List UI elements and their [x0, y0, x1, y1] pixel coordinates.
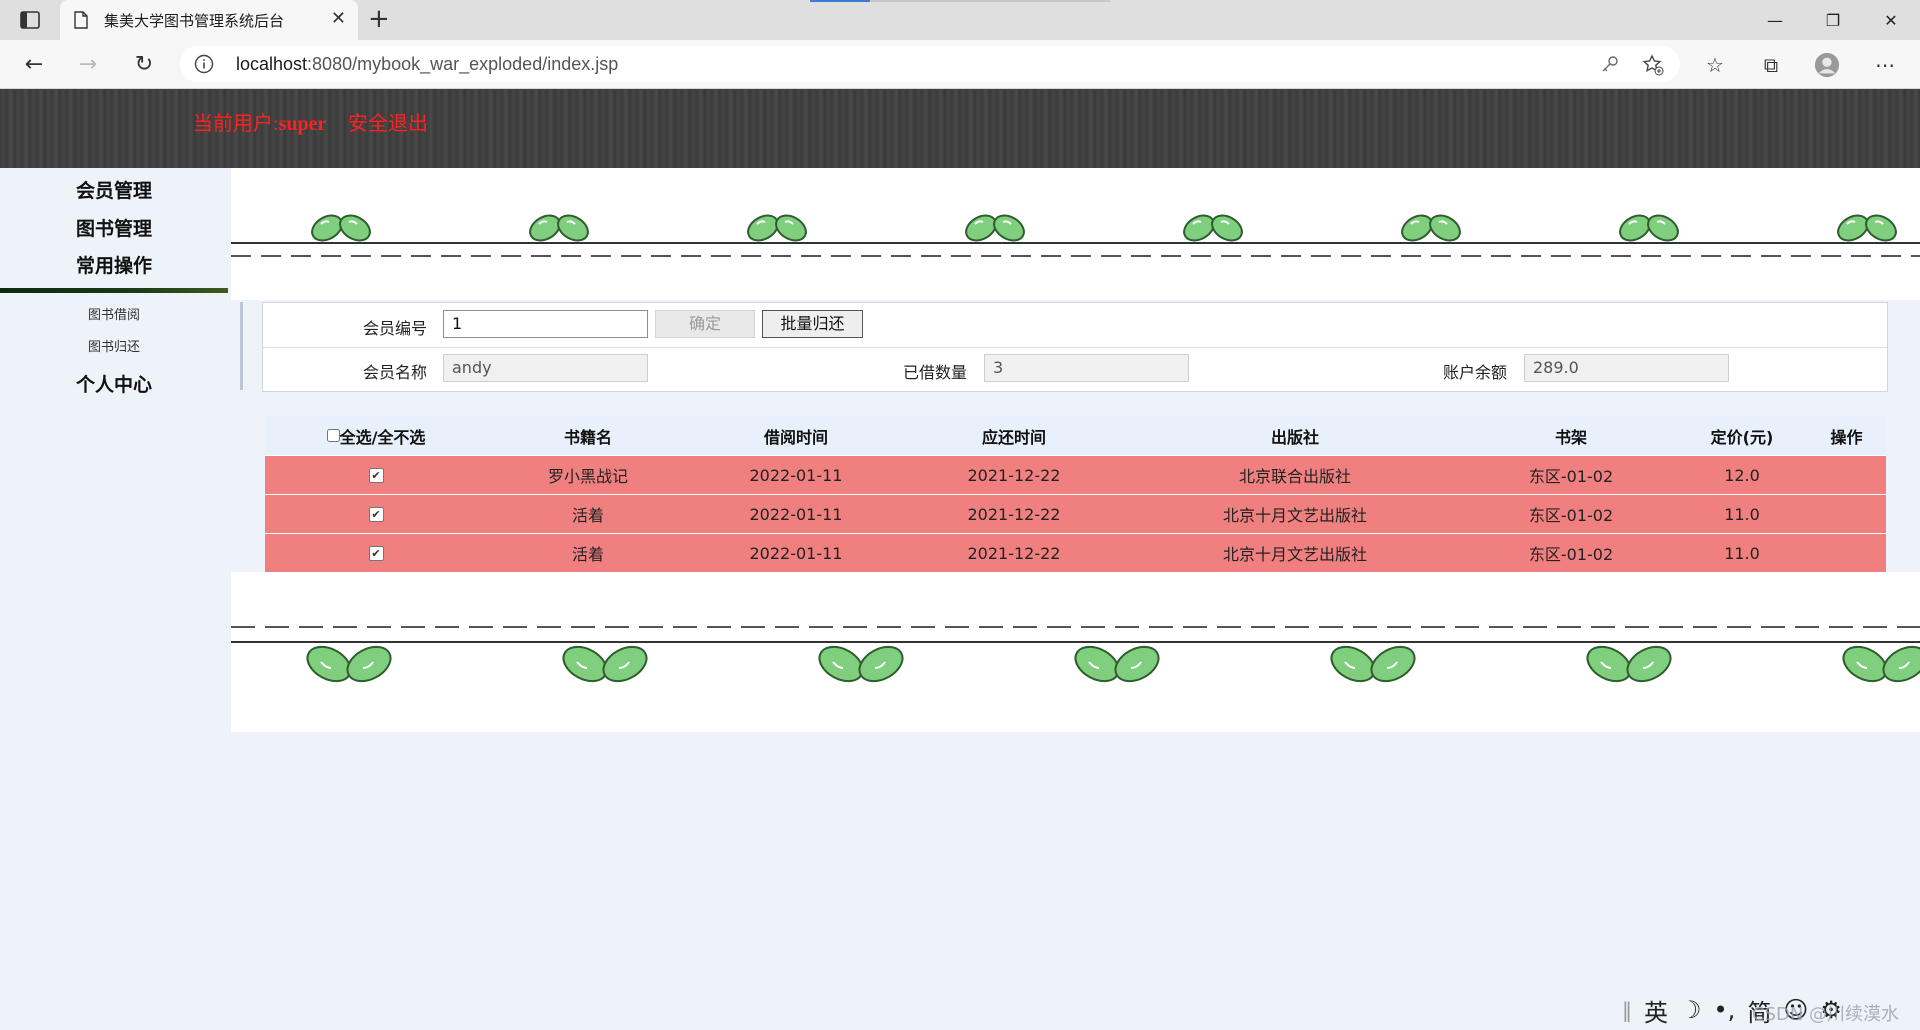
close-window-icon[interactable]: ✕	[1862, 0, 1920, 40]
member-form: 会员编号 1 确定 批量归还 会员名称 andy 已借数量 3 账户余额 289…	[262, 302, 1888, 392]
book-name-cell: 活着	[571, 545, 604, 564]
publisher-cell: 北京联合出版社	[1238, 467, 1351, 486]
page-icon	[74, 11, 88, 33]
close-tab-icon[interactable]: ✕	[331, 10, 346, 28]
row-select-cell: ✔	[265, 534, 487, 572]
due-time-cell: 2021-12-22	[967, 465, 1061, 485]
browser-toolbar: ← → ↻ localhost:8080/mybook_war_exploded…	[0, 40, 1920, 89]
current-user: 当前用户:super	[193, 113, 327, 135]
borrow-time-cell: 2022-01-11	[749, 504, 843, 524]
profile-avatar[interactable]	[1814, 52, 1840, 78]
ime-toolbar: ‖ 英 ☽ •, 简 ☺ ⚙ CSDN @川续漠水	[1622, 990, 1920, 1030]
member-id-input[interactable]: 1	[443, 310, 648, 338]
col-price: 定价(元)	[1710, 427, 1774, 447]
col-action: 操作	[1830, 427, 1863, 447]
sidebar-sub-return[interactable]: 图书归还	[0, 336, 228, 355]
select-all-header: 全选/全不选	[265, 416, 487, 455]
browser-tab-bar: 集美大学图书管理系统后台 ✕ + — ❐ ✕	[0, 0, 1920, 40]
tab-title: 集美大学图书管理系统后台	[104, 13, 285, 30]
confirm-button[interactable]: 确定	[655, 310, 755, 338]
borrowed-count-label: 已借数量	[903, 363, 968, 382]
publisher-cell: 北京十月文艺出版社	[1222, 545, 1367, 564]
select-all-checkbox[interactable]	[326, 429, 340, 442]
sidebar-item-personal[interactable]: 个人中心	[0, 370, 228, 397]
sidebar-sub-borrow[interactable]: 图书借阅	[0, 304, 228, 323]
member-name-label: 会员名称	[363, 363, 428, 382]
sidebar-separator	[240, 302, 243, 390]
shelf-cell: 东区-01-02	[1528, 467, 1614, 486]
price-cell: 12.0	[1724, 465, 1760, 485]
site-info-icon[interactable]	[194, 54, 214, 78]
action-cell[interactable]	[1807, 534, 1886, 572]
col-borrow-time: 借阅时间	[763, 427, 828, 447]
watermark: CSDN @川续漠水	[1752, 1004, 1900, 1025]
site-header: 当前用户:super 安全退出	[0, 89, 1920, 168]
book-name-cell: 罗小黑战记	[547, 467, 628, 486]
new-tab-icon[interactable]: +	[368, 4, 390, 34]
due-time-cell: 2021-12-22	[967, 543, 1061, 563]
table-row: ✔ 活着 2022-01-11 2021-12-22 北京十月文艺出版社 东区-…	[265, 494, 1886, 533]
balance-label: 账户余额	[1443, 363, 1508, 382]
balance-field[interactable]: 289.0	[1524, 354, 1729, 382]
table-row: ✔ 罗小黑战记 2022-01-11 2021-12-22 北京联合出版社 东区…	[265, 455, 1886, 494]
book-name-cell: 活着	[571, 506, 604, 525]
borrowed-books-table: 全选/全不选 书籍名 借阅时间 应还时间 出版社 书架 定价(元) 操作 ✔ 罗…	[265, 416, 1886, 572]
collections-icon[interactable]: ⧉	[1758, 52, 1784, 78]
action-cell[interactable]	[1807, 456, 1886, 494]
refresh-icon[interactable]: ↻	[128, 48, 160, 80]
price-cell: 11.0	[1724, 504, 1760, 524]
col-due-time: 应还时间	[981, 427, 1046, 447]
loading-indicator	[810, 0, 1110, 2]
address-bar[interactable]: localhost:8080/mybook_war_exploded/index…	[180, 46, 1680, 82]
punctuation-icon[interactable]: •,	[1714, 996, 1736, 1024]
price-cell: 11.0	[1724, 543, 1760, 563]
more-menu-icon[interactable]: ⋯	[1872, 52, 1898, 78]
forward-icon[interactable]: →	[72, 48, 104, 80]
logout-link[interactable]: 安全退出	[348, 107, 428, 136]
borrow-time-cell: 2022-01-11	[749, 543, 843, 563]
col-publisher: 出版社	[1270, 427, 1319, 447]
publisher-cell: 北京十月文艺出版社	[1222, 506, 1367, 525]
url-text: localhost:8080/mybook_war_exploded/index…	[236, 54, 619, 74]
key-icon[interactable]	[1600, 54, 1620, 78]
menu-divider	[0, 288, 228, 293]
sidebar-item-members[interactable]: 会员管理	[0, 176, 228, 203]
restore-icon[interactable]: ❐	[1804, 0, 1862, 40]
col-book-name: 书籍名	[563, 427, 612, 447]
sidebar: 会员管理 图书管理 常用操作 图书借阅 图书归还 个人中心	[0, 168, 230, 398]
row-checkbox[interactable]: ✔	[368, 545, 384, 561]
select-all-label[interactable]: 全选/全不选	[340, 424, 426, 448]
row-checkbox[interactable]: ✔	[368, 467, 384, 483]
row-select-cell: ✔	[265, 456, 487, 494]
table-row: ✔ 活着 2022-01-11 2021-12-22 北京十月文艺出版社 东区-…	[265, 533, 1886, 572]
due-time-cell: 2021-12-22	[967, 504, 1061, 524]
sidebar-item-common[interactable]: 常用操作	[0, 251, 228, 278]
shelf-cell: 东区-01-02	[1528, 506, 1614, 525]
row-select-cell: ✔	[265, 495, 487, 533]
borrowed-count-field[interactable]: 3	[984, 354, 1189, 382]
tab-actions-icon[interactable]	[16, 8, 44, 32]
decorative-banner-bottom	[231, 572, 1920, 732]
borrow-time-cell: 2022-01-11	[749, 465, 843, 485]
ime-handle-icon[interactable]: ‖	[1622, 998, 1632, 1022]
back-icon[interactable]: ←	[18, 48, 50, 80]
add-favorite-icon[interactable]	[1642, 54, 1664, 80]
batch-return-button[interactable]: 批量归还	[762, 310, 863, 338]
browser-tab[interactable]: 集美大学图书管理系统后台 ✕	[60, 0, 358, 40]
sidebar-item-books[interactable]: 图书管理	[0, 214, 228, 241]
table-header: 全选/全不选 书籍名 借阅时间 应还时间 出版社 书架 定价(元) 操作	[265, 416, 1886, 455]
favorites-icon[interactable]: ☆	[1702, 52, 1728, 78]
member-name-field[interactable]: andy	[443, 354, 648, 382]
minimize-icon[interactable]: —	[1746, 0, 1804, 40]
row-checkbox[interactable]: ✔	[368, 506, 384, 522]
ime-lang[interactable]: 英	[1644, 993, 1668, 1028]
member-id-label: 会员编号	[363, 319, 428, 338]
shelf-cell: 东区-01-02	[1528, 545, 1614, 564]
action-cell[interactable]	[1807, 495, 1886, 533]
moon-icon[interactable]: ☽	[1680, 996, 1702, 1024]
col-shelf: 书架	[1554, 427, 1587, 447]
decorative-banner-top	[231, 168, 1920, 300]
